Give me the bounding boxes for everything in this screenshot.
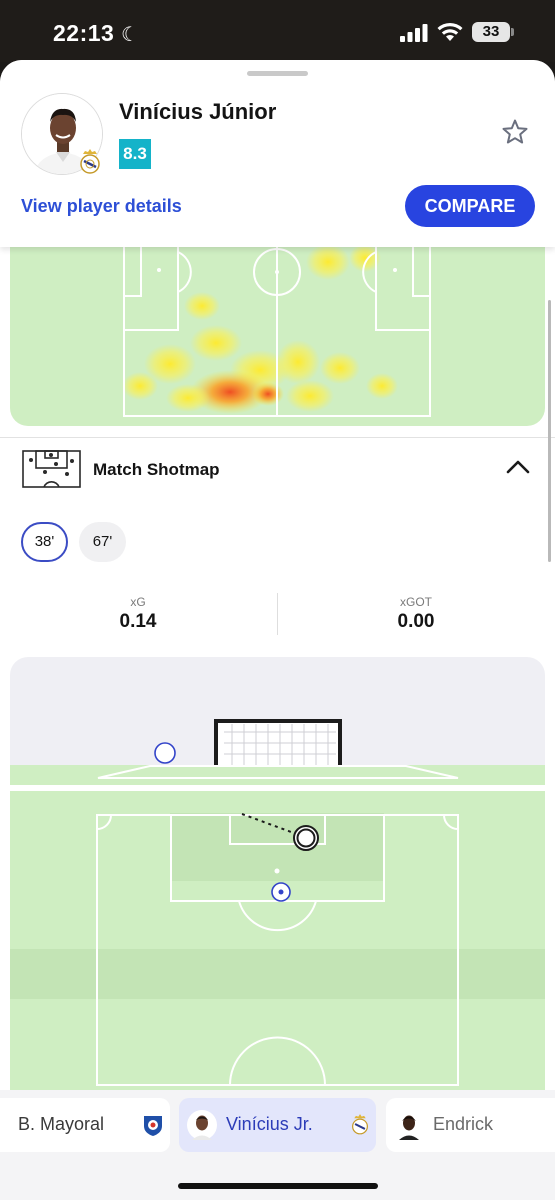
signal-icon [400, 24, 428, 42]
shot-chip-67[interactable]: 67' [79, 522, 126, 562]
xgot-value: 0.00 [397, 611, 435, 632]
xg-value: 0.14 [119, 611, 157, 632]
penalty-spot [274, 868, 280, 874]
player-card-vinicius[interactable]: Vinícius Jr. [179, 1098, 376, 1152]
player-avatar-small [187, 1110, 217, 1140]
chevron-up-icon[interactable] [505, 457, 531, 475]
penalty-spot [157, 268, 161, 272]
favorite-star-icon[interactable] [501, 118, 529, 146]
battery-nub [511, 28, 514, 36]
wifi-icon [437, 22, 463, 41]
home-indicator[interactable] [178, 1183, 378, 1189]
shotmap-card [10, 657, 545, 1097]
status-time: 22:13 [53, 20, 115, 46]
player-name-mayoral: B. Mayoral [18, 1114, 105, 1134]
shotmap-title: Match Shotmap [93, 460, 220, 479]
shotmap-pitch [10, 719, 545, 1097]
status-bar: 22:13 ☾ 33 [0, 0, 555, 62]
xgot-label: xGOT [400, 595, 432, 609]
shotmap-icon [22, 450, 81, 488]
rating-badge: 8.3 [119, 139, 151, 169]
player-name-endrick: Endrick [433, 1114, 494, 1134]
bottom-sheet: Vinícius Júnior 8.3 View player details … [0, 60, 555, 1200]
view-player-details-link[interactable]: View player details [21, 196, 182, 217]
xg-label: xG [130, 595, 146, 609]
xgot-stat: xGOT 0.00 [316, 595, 516, 633]
getafe-badge-icon [144, 1116, 162, 1136]
battery-level: 33 [482, 23, 500, 40]
player-card-endrick[interactable]: Endrick [386, 1098, 555, 1152]
shot-on-goal-marker[interactable] [154, 742, 176, 764]
moon-icon: ☾ [121, 24, 139, 46]
shot-chip-38[interactable]: 38' [21, 522, 68, 562]
compare-button[interactable]: COMPARE [405, 185, 535, 227]
shotmap-header[interactable]: Match Shotmap [0, 438, 555, 502]
sheet-grabber[interactable] [247, 71, 308, 76]
stat-divider [277, 593, 278, 635]
battery-icon: 33 [472, 22, 510, 42]
penalty-spot [393, 268, 397, 272]
player-name: Vinícius Júnior [119, 99, 277, 124]
xg-stat: xG 0.14 [38, 595, 238, 633]
player-header: Vinícius Júnior 8.3 View player details … [0, 60, 555, 247]
center-spot [275, 270, 279, 274]
scrollbar[interactable] [548, 300, 551, 562]
player-card-mayoral[interactable]: B. Mayoral [0, 1098, 170, 1152]
real-madrid-badge-icon [352, 1114, 368, 1135]
player-name-vinicius: Vinícius Jr. [226, 1114, 313, 1134]
goal-frame [214, 719, 342, 766]
real-madrid-badge-icon [80, 149, 100, 174]
player-avatar-small [394, 1110, 424, 1140]
